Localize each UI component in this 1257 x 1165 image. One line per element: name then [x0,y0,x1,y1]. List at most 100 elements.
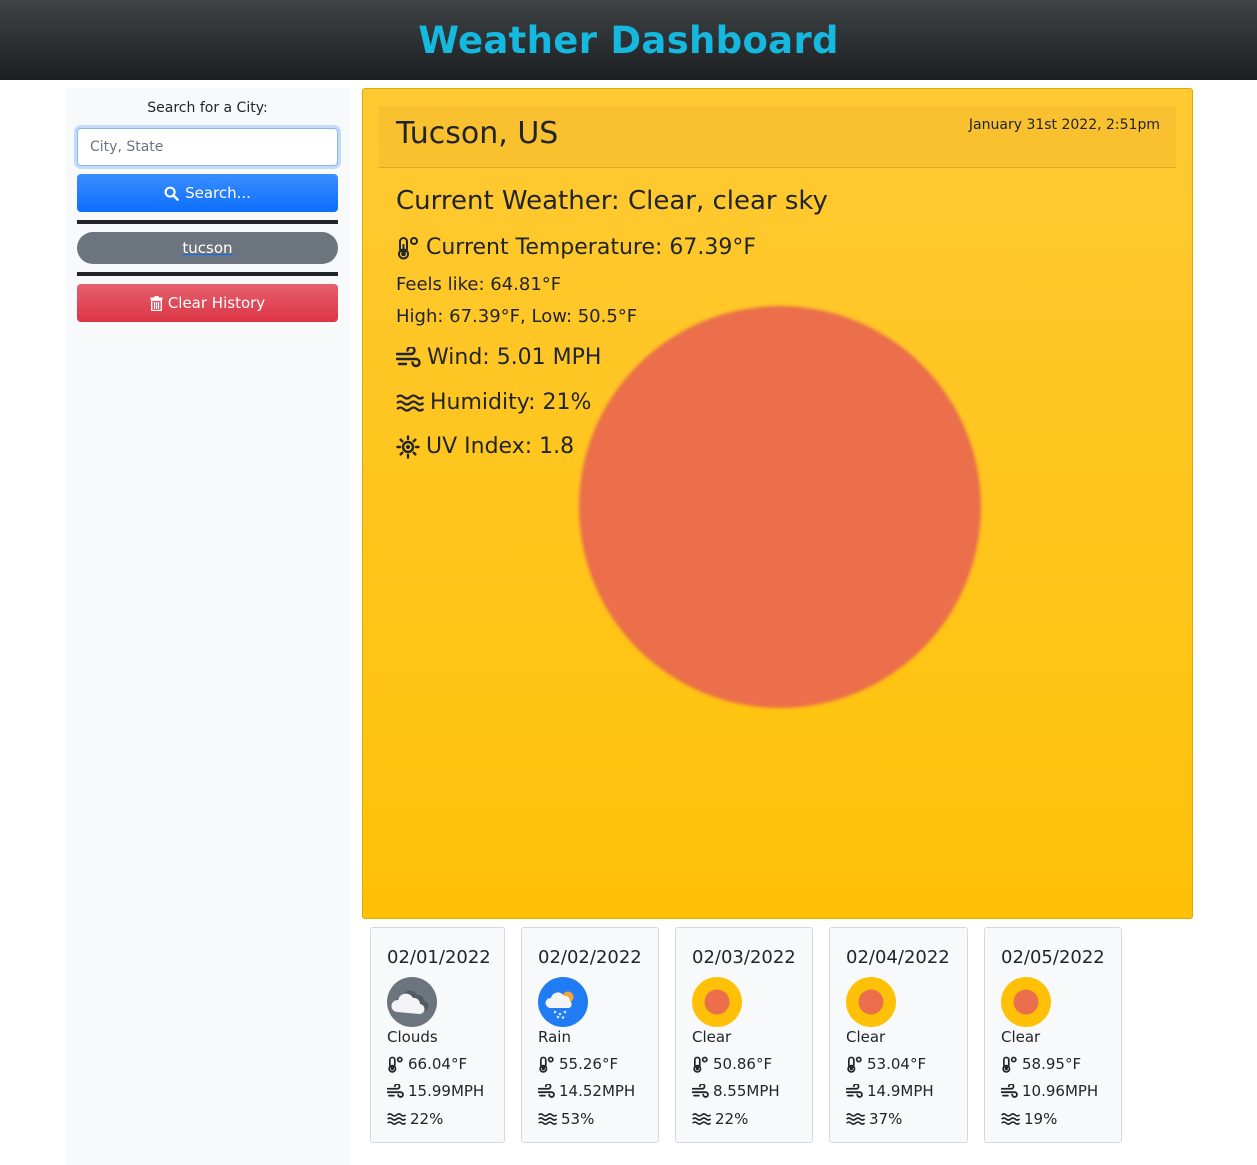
forecast-wind: 8.55MPH [692,1082,780,1100]
clear-history-label: Clear History [167,294,266,312]
forecast-humidity-text: 37% [869,1110,903,1128]
forecast-humidity-text: 22% [410,1110,444,1128]
forecast-temperature-text: 58.95°F [1022,1055,1082,1073]
forecast-description: Clear [846,1028,886,1046]
current-uv-index: UV Index: 1.8 [396,434,574,459]
thermometer-icon [693,1056,708,1073]
forecast-humidity-text: 53% [561,1110,595,1128]
forecast-wind: 10.96MPH [1001,1082,1098,1100]
thermometer-icon [539,1056,554,1073]
forecast-description: Clouds [387,1028,438,1046]
forecast-wind-text: 8.55MPH [713,1082,780,1100]
search-label: Search for a City: [147,100,268,116]
current-weather-description: Current Weather: Clear, clear sky [396,186,828,216]
forecast-temperature-text: 55.26°F [559,1055,619,1073]
forecast-date: 02/05/2022 [1001,947,1105,968]
current-weather-card: Tucson, US January 31st 2022, 2:51pm Cur… [362,88,1193,919]
history-item-tucson[interactable]: tucson [77,232,338,264]
forecast-wind-text: 14.52MPH [559,1082,636,1100]
high-low: High: 67.39°F, Low: 50.5°F [396,306,637,327]
current-wind: Wind: 5.01 MPH [396,345,601,370]
forecast-temperature: 53.04°F [846,1055,926,1073]
uv-index-text: UV Index: 1.8 [426,434,575,459]
forecast-humidity: 22% [692,1110,748,1128]
forecast-card: 02/01/2022 Clouds 66.04°F 15.99MPH 22% [370,927,505,1143]
clear-icon [846,977,896,1027]
forecast-humidity-text: 22% [715,1110,749,1128]
thermometer-icon [388,1056,403,1073]
city-search-input[interactable] [77,128,338,166]
high-low-text: High: 67.39°F, Low: 50.5°F [396,306,638,327]
clouds-icon [387,977,437,1027]
current-temperature: Current Temperature: 67.39°F [396,235,756,260]
humidity-text: Humidity: 21% [430,390,592,415]
water-icon [846,1113,865,1125]
water-icon [692,1113,711,1125]
wind-icon [538,1083,555,1098]
forecast-humidity: 19% [1001,1110,1057,1128]
app-title: Weather Dashboard [418,18,839,62]
divider [77,272,338,276]
forecast-card: 02/03/2022 Clear 50.86°F 8.55MPH 22% [675,927,813,1143]
forecast-card: 02/02/2022 Rain 55.26°F 14.52MPH 53% [521,927,659,1143]
clear-icon [692,977,742,1027]
wind-icon [396,346,421,367]
forecast-wind: 15.99MPH [387,1082,484,1100]
forecast-description: Clear [692,1028,732,1046]
sun-icon [396,434,420,459]
clear-sun-icon [579,306,981,708]
wind-icon [387,1083,404,1098]
clear-icon [1001,977,1051,1027]
app-header: Weather Dashboard [0,0,1257,80]
forecast-wind-text: 10.96MPH [1022,1082,1099,1100]
forecast-humidity: 53% [538,1110,594,1128]
forecast-card: 02/05/2022 Clear 58.95°F 10.96MPH 19% [984,927,1122,1143]
clear-history-button[interactable]: Clear History [77,284,338,322]
history-item-label: tucson [182,239,233,257]
search-button[interactable]: Search... [77,174,338,212]
forecast-date: 02/02/2022 [538,947,642,968]
current-weather-header: Tucson, US January 31st 2022, 2:51pm [379,106,1176,168]
forecast-date: 02/01/2022 [387,947,491,968]
forecast-description: Clear [1001,1028,1041,1046]
search-button-label: Search... [185,184,251,202]
forecast-date: 02/03/2022 [692,947,796,968]
forecast-wind-text: 15.99MPH [408,1082,485,1100]
thermometer-icon [847,1056,862,1073]
feels-like: Feels like: 64.81°F [396,274,561,295]
search-icon [164,186,179,201]
forecast-temperature-text: 50.86°F [713,1055,773,1073]
water-icon [538,1113,557,1125]
forecast-temperature: 55.26°F [538,1055,618,1073]
weather-description-text: Current Weather: Clear, clear sky [396,186,828,216]
forecast-temperature: 58.95°F [1001,1055,1081,1073]
forecast-description: Rain [538,1028,571,1046]
thermometer-icon [1002,1056,1017,1073]
wind-icon [1001,1083,1018,1098]
wind-icon [692,1083,709,1098]
trash-icon [150,295,163,311]
forecast-temperature: 50.86°F [692,1055,772,1073]
forecast-humidity-text: 19% [1024,1110,1058,1128]
forecast-temperature: 66.04°F [387,1055,467,1073]
forecast-card: 02/04/2022 Clear 53.04°F 14.9MPH 37% [829,927,968,1143]
city-name: Tucson, US [396,116,559,151]
divider [77,220,338,224]
forecast-temperature-text: 66.04°F [408,1055,468,1073]
water-icon [1001,1113,1020,1125]
forecast-wind: 14.9MPH [846,1082,934,1100]
thermometer-icon [398,236,418,259]
water-icon [396,393,424,412]
forecast-date: 02/04/2022 [846,947,950,968]
wind-icon [846,1083,863,1098]
temperature-text: Current Temperature: 67.39°F [426,235,757,260]
rain-icon [538,977,588,1027]
forecast-wind-text: 14.9MPH [867,1082,934,1100]
wind-text: Wind: 5.01 MPH [427,345,602,370]
feels-like-text: Feels like: 64.81°F [396,274,562,295]
current-datetime: January 31st 2022, 2:51pm [968,117,1160,133]
forecast-wind: 14.52MPH [538,1082,635,1100]
forecast-humidity: 22% [387,1110,443,1128]
current-humidity: Humidity: 21% [396,390,591,415]
forecast-humidity: 37% [846,1110,902,1128]
